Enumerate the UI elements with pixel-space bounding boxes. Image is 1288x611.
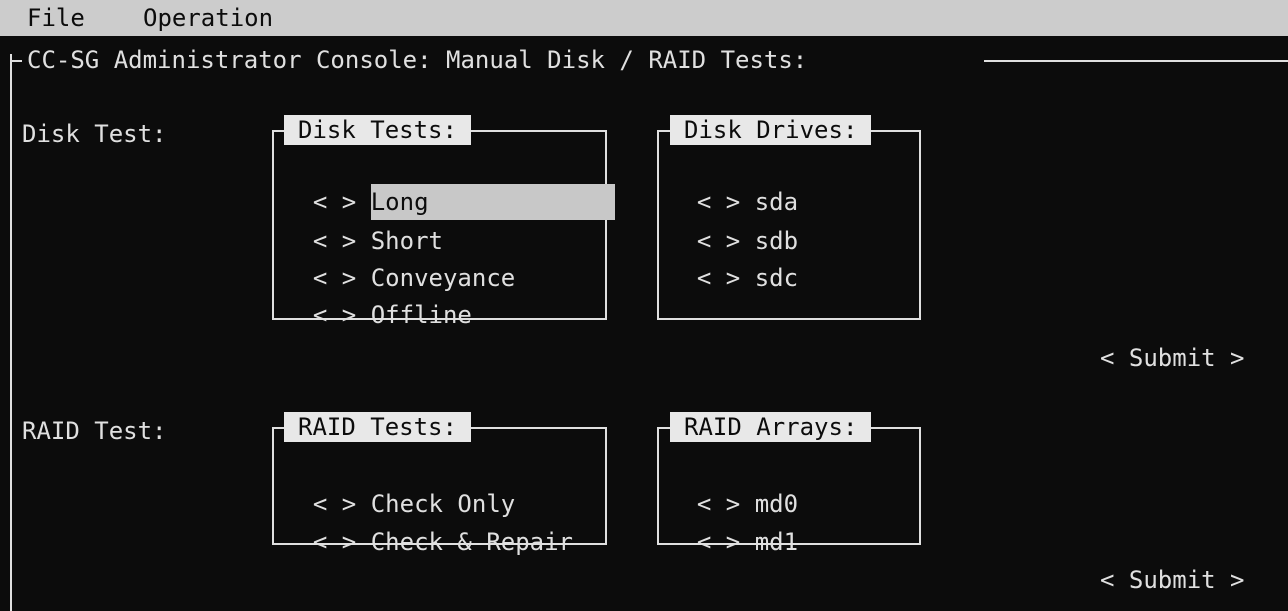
window-title: CC-SG Administrator Console: Manual Disk… — [27, 46, 808, 74]
disk-test-label: Disk Test: — [22, 120, 167, 148]
disk-submit-button[interactable]: < Submit > — [1100, 340, 1245, 376]
disk-drives-title: Disk Drives: — [670, 115, 872, 145]
raid-test-option-check-repair[interactable]: < > Check & Repair — [284, 488, 573, 556]
frame-left-border — [10, 54, 12, 611]
option-label: Check & Repair — [370, 528, 574, 556]
disk-drive-option-sda[interactable]: < > sda — [668, 148, 798, 216]
radio-button-icon: < > — [696, 264, 741, 292]
radio-button-icon: < > — [312, 528, 357, 556]
disk-drive-option-sdb[interactable]: < > sdb — [668, 187, 798, 255]
disk-drive-option-sdc[interactable]: < > sdc — [668, 224, 798, 292]
disk-test-option-offline[interactable]: < > Offline — [284, 261, 472, 329]
raid-test-label: RAID Test: — [22, 417, 167, 445]
option-label: Offline — [370, 301, 472, 329]
disk-test-option-long[interactable]: < > Long — [284, 148, 615, 220]
disk-tests-title: Disk Tests: — [284, 115, 471, 145]
radio-button-icon: < > — [312, 301, 357, 329]
radio-button-icon: < > — [696, 528, 741, 556]
raid-test-option-check-only[interactable]: < > Check Only — [284, 450, 515, 518]
frame-top-border-right — [984, 60, 1288, 62]
disk-test-option-short[interactable]: < > Short — [284, 187, 443, 255]
menu-file[interactable]: File — [27, 0, 85, 36]
raid-submit-button[interactable]: < Submit > — [1100, 562, 1245, 598]
menu-bar: File Operation — [0, 0, 1288, 36]
raid-array-option-md0[interactable]: < > md0 — [668, 450, 798, 518]
option-label: md1 — [754, 528, 799, 556]
raid-tests-title: RAID Tests: — [284, 412, 471, 442]
raid-array-option-md1[interactable]: < > md1 — [668, 488, 798, 556]
raid-arrays-title: RAID Arrays: — [670, 412, 872, 442]
menu-operation[interactable]: Operation — [143, 0, 273, 36]
frame-top-border-left — [10, 60, 22, 62]
option-label: sdc — [754, 264, 799, 292]
disk-test-option-conveyance[interactable]: < > Conveyance — [284, 224, 515, 292]
